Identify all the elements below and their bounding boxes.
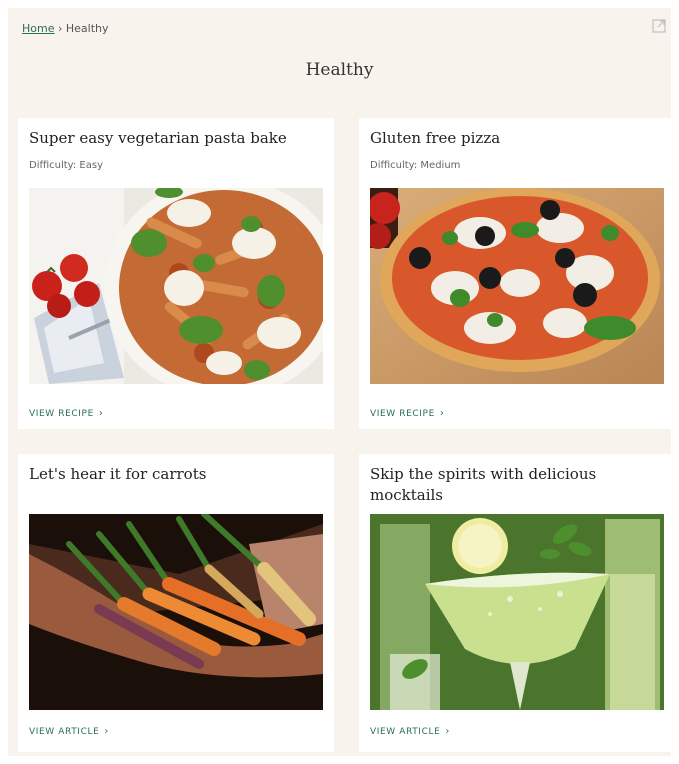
view-recipe-label: View recipe bbox=[370, 409, 435, 419]
recipe-collection-page: Home › Healthy Healthy Super easy vegeta… bbox=[8, 8, 675, 756]
card-title[interactable]: Skip the spirits with delicious mocktail… bbox=[370, 464, 660, 506]
card-title[interactable]: Gluten free pizza bbox=[370, 128, 660, 149]
pizza-image[interactable] bbox=[370, 188, 664, 384]
page-title: Healthy bbox=[305, 60, 374, 80]
recipe-card[interactable]: Gluten free pizza Difficulty: Medium VIE… bbox=[359, 118, 675, 429]
pasta-bake-image[interactable] bbox=[29, 188, 323, 384]
card-title[interactable]: Let's hear it for carrots bbox=[29, 464, 319, 485]
view-article-label: View article bbox=[29, 727, 100, 737]
card-difficulty: Difficulty: Medium bbox=[370, 160, 461, 171]
breadcrumb: Home › Healthy bbox=[22, 22, 109, 35]
card-difficulty: Difficulty: Easy bbox=[29, 160, 103, 171]
chevron-right-icon: › bbox=[104, 726, 109, 737]
view-article-link[interactable]: View article › bbox=[29, 726, 109, 737]
view-article-label: View article bbox=[370, 727, 441, 737]
card-title[interactable]: Super easy vegetarian pasta bake bbox=[29, 128, 319, 149]
chevron-right-icon: › bbox=[445, 726, 450, 737]
breadcrumb-home-link[interactable]: Home bbox=[22, 22, 54, 35]
view-recipe-link[interactable]: View recipe › bbox=[29, 408, 103, 419]
carrots-image[interactable] bbox=[29, 514, 323, 710]
view-article-link[interactable]: View article › bbox=[370, 726, 450, 737]
breadcrumb-separator: › bbox=[57, 22, 63, 35]
view-recipe-link[interactable]: View recipe › bbox=[370, 408, 444, 419]
article-card[interactable]: Skip the spirits with delicious mocktail… bbox=[359, 454, 675, 752]
mocktail-image[interactable] bbox=[370, 514, 664, 710]
expand-icon[interactable] bbox=[651, 18, 667, 34]
view-recipe-label: View recipe bbox=[29, 409, 94, 419]
chevron-right-icon: › bbox=[98, 408, 104, 419]
recipe-card[interactable]: Super easy vegetarian pasta bake Difficu… bbox=[18, 118, 334, 429]
breadcrumb-current: Healthy bbox=[65, 22, 109, 35]
article-card[interactable]: Let's hear it for carrots VIEW ARTICLE › bbox=[18, 454, 334, 752]
chevron-right-icon: › bbox=[439, 408, 445, 419]
